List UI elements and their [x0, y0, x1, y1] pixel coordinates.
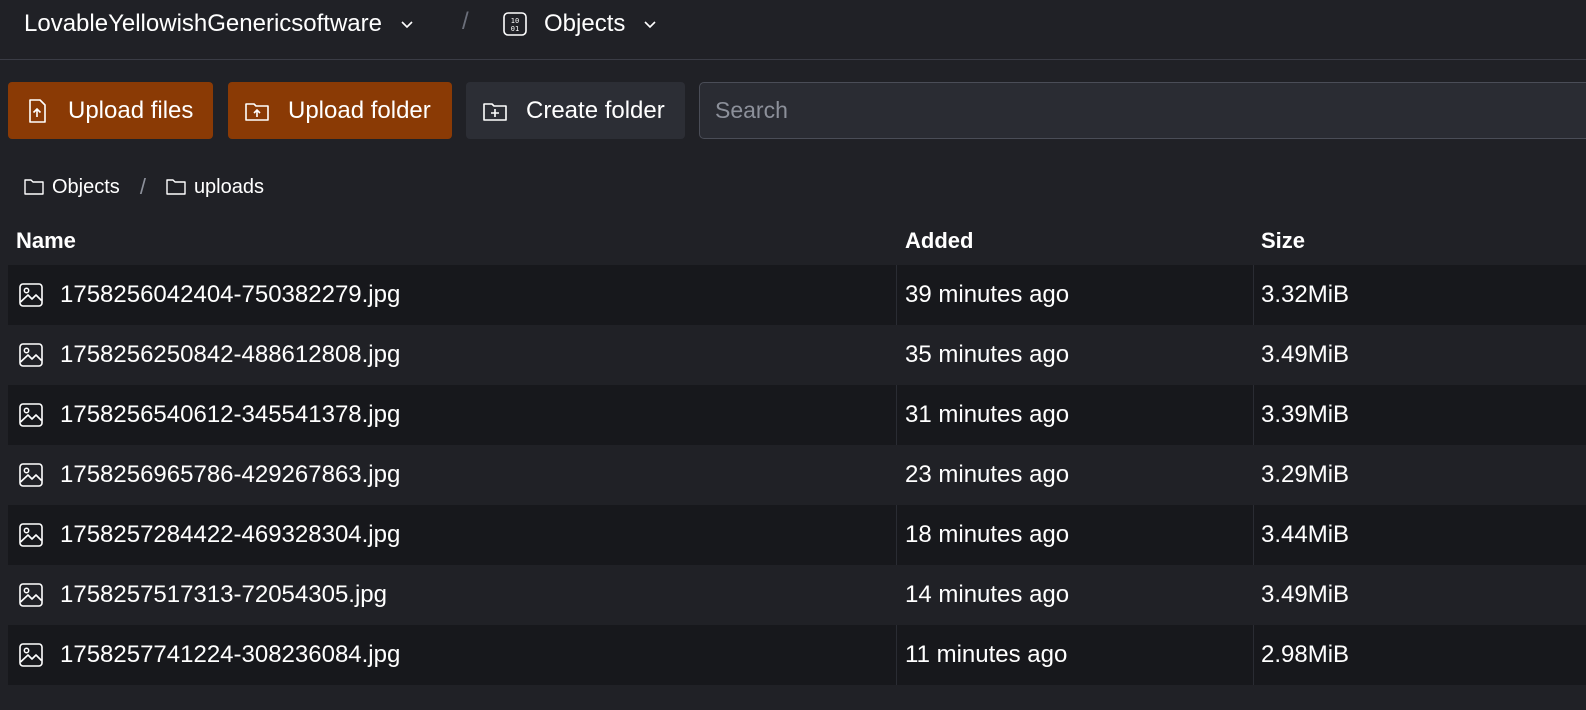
table-row[interactable]: 1758257741224-308236084.jpg 11 minutes a…	[8, 625, 1586, 685]
added-cell: 39 minutes ago	[905, 281, 1070, 308]
column-divider	[896, 625, 897, 685]
column-header-added[interactable]: Added	[905, 228, 973, 254]
file-name-cell: 1758257284422-469328304.jpg	[18, 505, 400, 565]
image-file-icon	[19, 463, 43, 487]
column-header-size[interactable]: Size	[1261, 228, 1305, 254]
file-name-cell: 1758256540612-345541378.jpg	[18, 385, 400, 445]
upload-folder-label: Upload folder	[288, 96, 431, 124]
breadcrumb: Objects / uploads	[24, 172, 264, 202]
column-divider	[896, 265, 897, 325]
column-divider	[896, 505, 897, 565]
table-row[interactable]: 1758256250842-488612808.jpg 35 minutes a…	[8, 325, 1586, 385]
table-row[interactable]: 1758257284422-469328304.jpg 18 minutes a…	[8, 505, 1586, 565]
file-name-cell: 1758256042404-750382279.jpg	[18, 265, 400, 325]
image-file-icon	[19, 523, 43, 547]
added-cell: 14 minutes ago	[905, 581, 1070, 608]
bucket-selector[interactable]: LovableYellowishGenericsoftware	[24, 0, 414, 48]
table-row[interactable]: 1758257517313-72054305.jpg 14 minutes ag…	[8, 565, 1586, 625]
table-header: Name Added Size	[8, 222, 1586, 262]
upload-folder-button[interactable]: Upload folder	[228, 82, 452, 139]
added-cell: 31 minutes ago	[905, 401, 1070, 428]
size-cell: 3.49MiB	[1261, 341, 1350, 368]
file-upload-icon	[29, 98, 46, 123]
chevron-down-icon	[644, 21, 656, 29]
size-cell: 3.44MiB	[1261, 521, 1350, 548]
file-name: 1758256042404-750382279.jpg	[60, 281, 401, 308]
size-cell: 3.32MiB	[1261, 281, 1350, 308]
top-bar: LovableYellowishGenericsoftware / 10 01 …	[0, 0, 1586, 60]
folder-icon	[24, 179, 44, 195]
binary-database-icon: 10 01	[503, 12, 527, 36]
upload-files-label: Upload files	[68, 96, 194, 124]
svg-text:10: 10	[511, 17, 519, 25]
bucket-name: LovableYellowishGenericsoftware	[24, 10, 382, 37]
create-folder-button[interactable]: Create folder	[466, 82, 685, 139]
image-file-icon	[19, 643, 43, 667]
column-divider	[1253, 625, 1254, 685]
column-header-name[interactable]: Name	[16, 228, 76, 254]
file-name: 1758257517313-72054305.jpg	[60, 581, 387, 608]
svg-text:01: 01	[511, 25, 519, 33]
file-name-cell: 1758257517313-72054305.jpg	[18, 565, 387, 625]
upload-files-button[interactable]: Upload files	[8, 82, 213, 139]
added-cell: 18 minutes ago	[905, 521, 1070, 548]
header-separator: /	[462, 8, 469, 35]
file-name-cell: 1758257741224-308236084.jpg	[18, 625, 400, 685]
table-row[interactable]: 1758256965786-429267863.jpg 23 minutes a…	[8, 445, 1586, 505]
column-divider	[1253, 505, 1254, 565]
search-input[interactable]	[699, 82, 1586, 139]
folder-upload-icon	[245, 102, 269, 121]
size-cell: 2.98MiB	[1261, 641, 1350, 668]
file-name: 1758256250842-488612808.jpg	[60, 341, 401, 368]
file-name: 1758257284422-469328304.jpg	[60, 521, 401, 548]
section-name: Objects	[544, 10, 626, 37]
size-cell: 3.29MiB	[1261, 461, 1350, 488]
breadcrumb-separator: /	[139, 174, 146, 199]
file-name-cell: 1758256965786-429267863.jpg	[18, 445, 400, 505]
size-cell: 3.39MiB	[1261, 401, 1350, 428]
image-file-icon	[19, 583, 43, 607]
table-row[interactable]: 1758256042404-750382279.jpg 39 minutes a…	[8, 265, 1586, 325]
table-row[interactable]: 1758256540612-345541378.jpg 31 minutes a…	[8, 385, 1586, 445]
section-selector[interactable]: 10 01 Objects	[502, 0, 657, 48]
breadcrumb-item-uploads[interactable]: uploads	[166, 176, 264, 199]
file-name: 1758256540612-345541378.jpg	[60, 401, 401, 428]
image-file-icon	[19, 343, 43, 367]
added-cell: 35 minutes ago	[905, 341, 1070, 368]
breadcrumb-label: Objects	[52, 175, 120, 198]
column-divider	[896, 385, 897, 445]
image-file-icon	[19, 403, 43, 427]
folder-icon	[166, 179, 186, 195]
create-folder-label: Create folder	[526, 96, 665, 124]
file-name: 1758256965786-429267863.jpg	[60, 461, 401, 488]
column-divider	[1253, 385, 1254, 445]
column-divider	[1253, 265, 1254, 325]
added-cell: 11 minutes ago	[905, 641, 1068, 668]
file-name: 1758257741224-308236084.jpg	[60, 641, 401, 668]
added-cell: 23 minutes ago	[905, 461, 1070, 488]
image-file-icon	[19, 283, 43, 307]
breadcrumb-item-objects[interactable]: Objects	[24, 176, 120, 199]
folder-plus-icon	[483, 102, 507, 121]
size-cell: 3.49MiB	[1261, 581, 1350, 608]
breadcrumb-label: uploads	[193, 175, 264, 198]
file-name-cell: 1758256250842-488612808.jpg	[18, 325, 400, 385]
chevron-down-icon	[401, 21, 413, 29]
